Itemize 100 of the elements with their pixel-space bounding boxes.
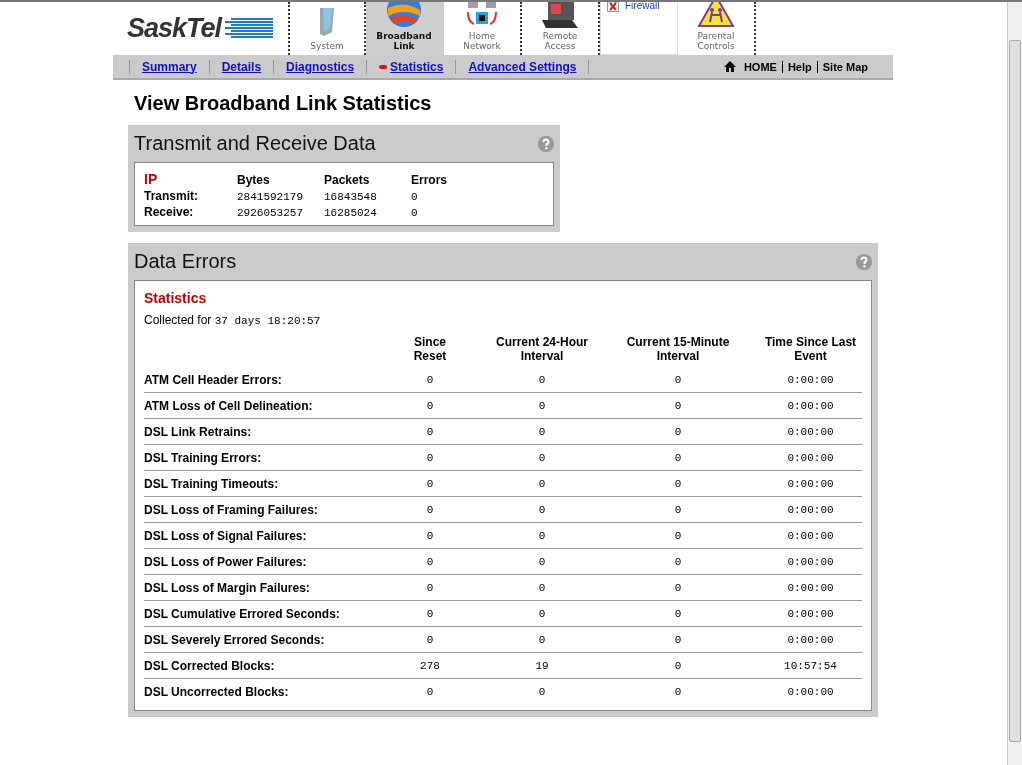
table-cell-text: 0 (425, 399, 435, 412)
table-cell-text: 0 (537, 399, 547, 412)
table-cell-text: 0:00:00 (786, 633, 835, 646)
table-cell-text: 0 (673, 686, 683, 698)
column-header: Since Reset (412, 335, 448, 363)
table-cell-text: 2841592179 (237, 191, 304, 203)
row-label: DSL Uncorrected Blocks: (144, 685, 290, 699)
collected-time: Collected for 37 days 18:20:57 (144, 313, 322, 327)
laptop-icon (542, 2, 578, 28)
warning-sign-icon (698, 2, 734, 28)
table-cell-text: 0 (537, 686, 547, 698)
panel-title: Data Errors (134, 250, 237, 273)
table-cell-text: 0 (425, 686, 435, 698)
table-cell-text: 0 (673, 529, 683, 542)
table-cell-text: 0:00:00 (786, 607, 835, 620)
table-cell-text: 0 (673, 633, 683, 646)
table-cell-text: 0 (537, 529, 547, 542)
section-title: Statistics (144, 290, 208, 306)
table-cell-text: 0:00:00 (786, 581, 835, 594)
row-label: DSL Link Retrains: (144, 424, 253, 439)
table-cell-text: 0 (673, 425, 683, 438)
table-cell-text: 0 (537, 555, 547, 568)
row-label: DSL Cumulative Errored Seconds: (144, 606, 341, 621)
table-cell-text: 0 (537, 425, 547, 438)
column-header: Current 15-Minute Interval (625, 335, 731, 363)
table-cell-text: 16843548 (324, 191, 378, 203)
table-cell-text: 10:57:54 (783, 659, 838, 672)
table-cell-text: 0:00:00 (786, 503, 835, 516)
stripes-logo-icon (225, 17, 274, 40)
table-cell-text: 0 (425, 529, 435, 542)
table-cell-text: 0:00:00 (786, 529, 835, 542)
table-cell-text: 0 (425, 425, 435, 438)
column-header: Time Since Last Event (763, 335, 858, 363)
row-label: DSL Training Timeouts: (144, 476, 280, 491)
table-cell-text: 0:00:00 (786, 477, 835, 490)
table-cell-text: 0 (673, 399, 683, 412)
globe-icon (386, 2, 422, 28)
table-cell-text: 0 (537, 607, 547, 620)
row-label: DSL Training Errors: (144, 450, 263, 465)
table-cell-text: 0:00:00 (786, 451, 835, 464)
table-cell-text: 0 (537, 373, 547, 386)
sub-nav-link[interactable]: Diagnostics (273, 59, 367, 74)
help-icon[interactable] (538, 135, 554, 152)
table-cell-text: 0 (537, 477, 547, 490)
table-cell-text: 0 (537, 451, 547, 464)
scrollbar[interactable] (1007, 2, 1022, 765)
sasktel-logo-text: SaskTel (127, 13, 222, 44)
row-label: DSL Corrected Blocks: (144, 658, 276, 673)
sub-nav-link[interactable]: Advanced Settings (455, 59, 590, 74)
column-header: Current 24-Hour Interval (495, 335, 589, 363)
table-cell-text: 0:00:00 (786, 425, 835, 438)
home-icon[interactable] (723, 61, 736, 72)
table-cell-text: 0:00:00 (786, 686, 835, 698)
row-label: DSL Loss of Power Failures: (144, 554, 308, 569)
table-cell-text: 0 (425, 607, 435, 620)
row-label: DSL Severely Errored Seconds: (144, 632, 326, 647)
sub-nav-link[interactable]: Summary (129, 59, 209, 74)
table-cell-text: 0 (537, 633, 547, 646)
nav-tab[interactable]: Broadband Link (366, 2, 444, 55)
table-cell-text: 0 (673, 581, 683, 594)
network-icon (464, 2, 500, 28)
table-cell-text: 0 (673, 607, 683, 620)
table-cell-text: 0 (673, 659, 683, 672)
table-cell-text: 0 (425, 503, 435, 516)
utility-link[interactable]: Site Map (816, 60, 873, 73)
table-cell-text: 0 (425, 581, 435, 594)
sub-nav-link[interactable]: Details (208, 59, 274, 74)
table-cell-text: 2926053257 (237, 207, 304, 219)
table-cell-text: 0:00:00 (786, 399, 835, 412)
table-cell-text: 0:00:00 (786, 373, 835, 386)
sub-nav-link[interactable]: Statistics (366, 59, 456, 74)
row-label: ATM Cell Header Errors: (144, 372, 283, 387)
row-label: ATM Loss of Cell Delineation: (144, 398, 314, 413)
table-cell-text: 0 (673, 373, 683, 386)
table-cell-text: 0 (425, 451, 435, 464)
table-cell-text: 0 (425, 373, 435, 386)
table-cell-text: 0 (673, 503, 683, 516)
table-cell-text: 0 (411, 191, 419, 203)
table-cell-text: 0 (411, 207, 419, 219)
utility-link[interactable]: HOME (738, 60, 782, 73)
row-label: Receive: (144, 205, 195, 219)
help-icon[interactable] (856, 253, 872, 270)
table-cell-text: 278 (419, 659, 441, 672)
table-cell-text: 0 (537, 581, 547, 594)
section-title: IP (144, 171, 159, 187)
row-label: Transmit: (144, 189, 199, 203)
row-label: DSL Loss of Margin Failures: (144, 580, 311, 595)
table-cell-text: 0 (673, 555, 683, 568)
table-cell-text: 0 (673, 477, 683, 490)
row-label: DSL Loss of Signal Failures: (144, 528, 308, 543)
column-header: Errors (411, 173, 449, 187)
table-cell-text: 19 (534, 659, 550, 672)
column-header: Packets (324, 173, 371, 187)
table-cell-text: 0 (425, 633, 435, 646)
page-title: View Broadband Link Statistics (134, 92, 433, 115)
table-cell-text: 0 (537, 503, 547, 516)
table-cell-text: 0 (673, 451, 683, 464)
table-cell-text: 0 (425, 477, 435, 490)
row-label: DSL Loss of Framing Failures: (144, 502, 319, 517)
utility-link[interactable]: Help (781, 60, 817, 73)
